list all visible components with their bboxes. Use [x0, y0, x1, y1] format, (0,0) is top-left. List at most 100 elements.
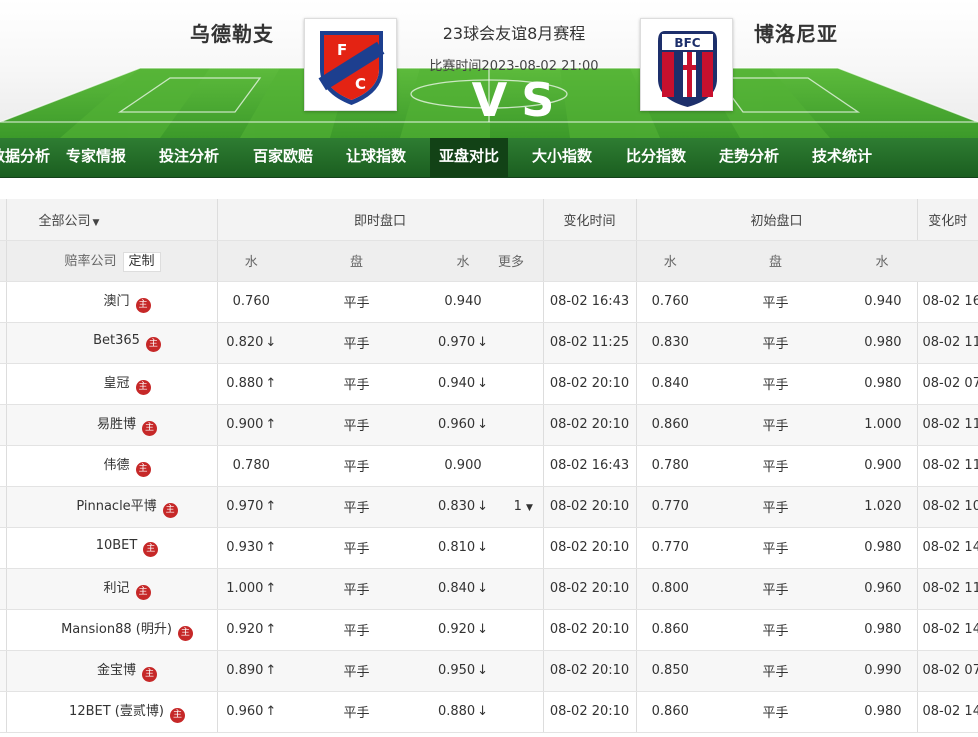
init-w2-cell: 0.980: [847, 322, 918, 364]
company-name[interactable]: 金宝博: [97, 663, 136, 678]
company-cell[interactable]: 易胜博主: [6, 404, 218, 446]
table-row[interactable]: 皇冠主 0.880 ↑ 平手 0.940 ↓ 08-02 20:10 0.840 平手 0.980…: [0, 363, 978, 405]
init-w2-cell: 1.000: [847, 404, 918, 446]
tab-handicap-index[interactable]: 让球指数: [337, 138, 415, 177]
live-w1-cell: 1.000 ↑: [217, 568, 285, 610]
custom-button[interactable]: 定制: [122, 251, 161, 272]
company-name[interactable]: 10BET: [96, 538, 138, 553]
change-time2-cell: 08-02 07: [917, 650, 978, 692]
live-w2-cell: 0.940 ↓: [428, 363, 498, 405]
init-w1-cell: 0.850: [636, 650, 705, 692]
odds-value: 0.960: [226, 704, 264, 719]
odds-value: 0.880: [437, 704, 476, 719]
live-odds-header: 即时盘口: [217, 199, 544, 241]
odds-value: 0.820: [226, 335, 264, 350]
init-w1-cell: 0.800: [636, 568, 705, 610]
company-cell[interactable]: Mansion88 (明升) 主: [6, 609, 218, 651]
change-time-cell: 08-02 20:10: [543, 363, 637, 405]
company-name[interactable]: Bet365: [93, 333, 140, 348]
more-cell[interactable]: 1 ▼: [498, 486, 544, 528]
company-cell[interactable]: 10BET 主: [6, 527, 218, 569]
change-time2-cell: 08-02 14: [917, 527, 978, 569]
vs-label: VS: [471, 73, 569, 127]
company-cell[interactable]: Pinnacle平博主: [6, 486, 218, 528]
arrow-down-icon: ↓: [477, 376, 489, 391]
tab-asian-compare[interactable]: 亚盘对比: [430, 138, 509, 177]
table-subheader-row: 赔率公司 定制 水 盘 水 更多 水 盘 水: [0, 240, 978, 282]
company-name[interactable]: 皇冠: [103, 376, 129, 391]
company-cell[interactable]: 皇冠主: [6, 363, 218, 405]
init-line-cell: 平手: [704, 486, 848, 528]
odds-value: 1.000: [226, 581, 264, 596]
table-row[interactable]: 伟德主 0.780 平手 0.900 08-02 16:43 0.780 平手 0.900 08…: [0, 445, 978, 487]
odds-value: 0.900: [444, 458, 482, 473]
init-line-cell: 平手: [704, 609, 848, 651]
company-name[interactable]: Pinnacle平博: [76, 499, 156, 514]
company-cell[interactable]: 伟德主: [6, 445, 218, 487]
table-row[interactable]: 易胜博主 0.900 ↑ 平手 0.960 ↓ 08-02 20:10 0.860 平手 1.00…: [0, 404, 978, 446]
live-w1-cell: 0.890 ↑: [217, 650, 285, 692]
table-row[interactable]: Bet365 主 0.820 ↓ 平手 0.970 ↓ 08-02 11:25 0.830 平手 0…: [0, 322, 978, 364]
company-name[interactable]: 12BET (壹贰博): [69, 704, 164, 719]
arrow-down-icon: ↓: [477, 540, 489, 555]
table-row[interactable]: Pinnacle平博主 0.970 ↑ 平手 0.830 ↓ 1 ▼ 08-02 20:10 0.…: [0, 486, 978, 528]
more-cell: [498, 404, 544, 446]
host-badge-icon: 主: [135, 298, 151, 313]
live-w1-cell: 0.760: [217, 281, 285, 323]
company-cell[interactable]: 利记主: [6, 568, 218, 610]
init-w1-cell: 0.760: [636, 281, 705, 323]
company-cell[interactable]: 金宝博主: [6, 650, 218, 692]
change-time2-cell: 08-02 11: [917, 322, 978, 364]
tab-betting-analysis[interactable]: 投注分析: [150, 138, 228, 177]
company-filter[interactable]: 全部公司 ▼: [6, 199, 218, 241]
table-row[interactable]: 澳门主 0.760 平手 0.940 08-02 16:43 0.760 平手 0.940 08…: [0, 281, 978, 323]
tab-score-index[interactable]: 比分指数: [617, 138, 695, 177]
tab-trend-analysis[interactable]: 走势分析: [710, 138, 788, 177]
table-row[interactable]: 金宝博主 0.890 ↑ 平手 0.950 ↓ 08-02 20:10 0.850 平手 0.99…: [0, 650, 978, 692]
tab-expert-info[interactable]: 专家情报: [57, 138, 135, 177]
odds-value: 0.780: [232, 458, 270, 473]
init-line-cell: 平手: [704, 691, 848, 733]
arrow-up-icon: ↑: [265, 622, 277, 637]
tab-tech-stats[interactable]: 技术统计: [803, 138, 881, 177]
company-name[interactable]: 利记: [103, 581, 129, 596]
odds-value: 0.890: [226, 663, 264, 678]
init-w1-cell: 0.860: [636, 691, 705, 733]
arrow-up-icon: ↑: [265, 376, 277, 391]
tab-data-analysis[interactable]: 数据分析: [0, 138, 50, 177]
match-header: 乌德勒支 博洛尼亚 F C BFC 23球会友谊8月赛程 比赛时间2023-08…: [0, 0, 978, 138]
tab-euro-odds[interactable]: 百家欧赔: [244, 138, 322, 177]
company-name[interactable]: 澳门: [103, 294, 129, 309]
odds-value: 0.940: [437, 376, 476, 391]
arrow-up-icon: ↑: [265, 540, 277, 555]
init-line-cell: 平手: [704, 363, 848, 405]
host-badge-icon: 主: [169, 708, 185, 723]
more-col[interactable]: 更多: [498, 240, 544, 282]
company-name[interactable]: 易胜博: [97, 417, 136, 432]
company-cell[interactable]: Bet365 主: [6, 322, 218, 364]
live-w1-cell: 0.820 ↓: [217, 322, 285, 364]
company-name[interactable]: Mansion88 (明升): [61, 622, 172, 637]
live-w2-cell: 0.830 ↓: [428, 486, 498, 528]
change-time-cell: 08-02 16:43: [543, 281, 637, 323]
change-time2-cell: 08-02 11: [917, 445, 978, 487]
table-row[interactable]: Mansion88 (明升) 主 0.920 ↑ 平手 0.920 ↓ 08-02 20:10…: [0, 609, 978, 651]
company-name[interactable]: 伟德: [103, 458, 129, 473]
line-col: 盘: [285, 240, 428, 282]
init-w2-cell: 0.980: [847, 609, 918, 651]
arrow-up-icon: ↑: [265, 417, 277, 432]
table-row[interactable]: 12BET (壹贰博) 主 0.960 ↑ 平手 0.880 ↓ 08-02 20:10 0.8…: [0, 691, 978, 733]
odds-value: 0.920: [226, 622, 264, 637]
table-row[interactable]: 利记主 1.000 ↑ 平手 0.840 ↓ 08-02 20:10 0.800 平手 0.960…: [0, 568, 978, 610]
live-w1-cell: 0.920 ↑: [217, 609, 285, 651]
arrow-down-icon: ↓: [477, 499, 489, 514]
odds-value: 0.960: [437, 417, 476, 432]
table-row[interactable]: 10BET 主 0.930 ↑ 平手 0.810 ↓ 08-02 20:10 0.770 平手 0.…: [0, 527, 978, 569]
live-w2-cell: 0.880 ↓: [428, 691, 498, 733]
odds-value: 0.930: [226, 540, 264, 555]
tab-over-under[interactable]: 大小指数: [523, 138, 601, 177]
arrow-down-icon: ↓: [265, 335, 277, 350]
company-cell[interactable]: 澳门主: [6, 281, 218, 323]
company-cell[interactable]: 12BET (壹贰博) 主: [6, 691, 218, 733]
live-line-cell: 平手: [285, 445, 428, 487]
